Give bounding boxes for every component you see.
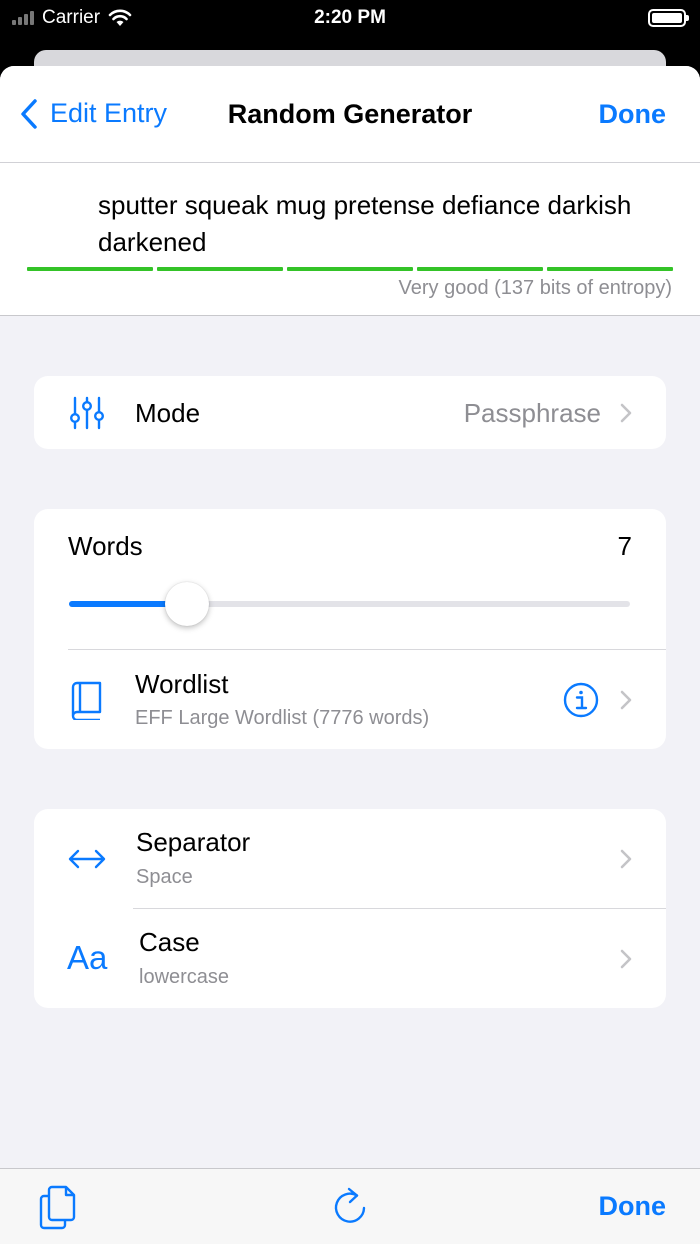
separator-label: Separator	[136, 827, 251, 857]
case-label: Case	[139, 927, 200, 957]
generated-password[interactable]: sputter squeak mug pretense defiance dar…	[98, 187, 658, 261]
copy-icon[interactable]	[38, 1183, 78, 1231]
format-card: Separator Space Aa Case lowercase	[34, 809, 666, 1008]
chevron-right-icon	[620, 849, 632, 869]
back-button-label: Edit Entry	[50, 98, 168, 128]
words-card: Words 7 Wordlist EFF Large Wordlist (777…	[34, 509, 666, 749]
words-label: Words	[68, 531, 143, 561]
mode-label: Mode	[135, 398, 201, 428]
strength-meter	[27, 267, 673, 271]
strength-segment	[417, 267, 543, 271]
mode-card: Mode Passphrase	[34, 376, 666, 449]
words-slider[interactable]	[69, 582, 630, 626]
generated-password-panel: sputter squeak mug pretense defiance dar…	[0, 163, 700, 316]
book-icon	[71, 681, 102, 720]
bottom-toolbar: Done	[0, 1168, 700, 1244]
toolbar-done-button[interactable]: Done	[599, 1191, 667, 1222]
navigation-bar: Edit Entry Random Generator Done	[0, 66, 700, 163]
sliders-icon	[70, 396, 104, 430]
case-icon: Aa	[67, 939, 108, 976]
chevron-right-icon	[620, 949, 632, 969]
chevron-left-icon	[21, 98, 37, 129]
done-button[interactable]: Done	[599, 99, 667, 130]
chevron-right-icon	[620, 690, 632, 710]
mode-row[interactable]: Mode Passphrase	[34, 376, 666, 449]
refresh-icon[interactable]	[332, 1186, 368, 1226]
chevron-right-icon	[620, 403, 632, 423]
separator-value: Space	[136, 866, 193, 888]
case-value: lowercase	[139, 966, 230, 988]
battery-icon	[648, 9, 689, 27]
mode-value: Passphrase	[463, 398, 601, 428]
strength-segment	[157, 267, 283, 271]
info-icon[interactable]	[563, 682, 599, 718]
random-generator-sheet: Edit Entry Random Generator Done sputter…	[0, 66, 700, 1244]
wordlist-subtitle: EFF Large Wordlist (7776 words)	[135, 707, 430, 729]
words-slider-thumb[interactable]	[164, 582, 209, 626]
wordlist-label: Wordlist	[135, 669, 229, 699]
entropy-label: Very good (137 bits of entropy)	[398, 277, 673, 299]
left-right-arrow-icon	[68, 849, 106, 869]
strength-segment	[287, 267, 413, 271]
words-count: 7	[617, 531, 632, 561]
case-row[interactable]: Aa Case lowercase	[34, 909, 666, 1008]
status-time: 2:20 PM	[314, 7, 386, 28]
status-bar: Carrier 2:20 PM	[0, 0, 700, 40]
wordlist-row[interactable]: Wordlist EFF Large Wordlist (7776 words)	[34, 650, 666, 749]
strength-segment	[27, 267, 153, 271]
back-button[interactable]: Edit Entry	[20, 98, 167, 129]
strength-segment	[547, 267, 673, 271]
separator-row[interactable]: Separator Space	[34, 809, 666, 908]
